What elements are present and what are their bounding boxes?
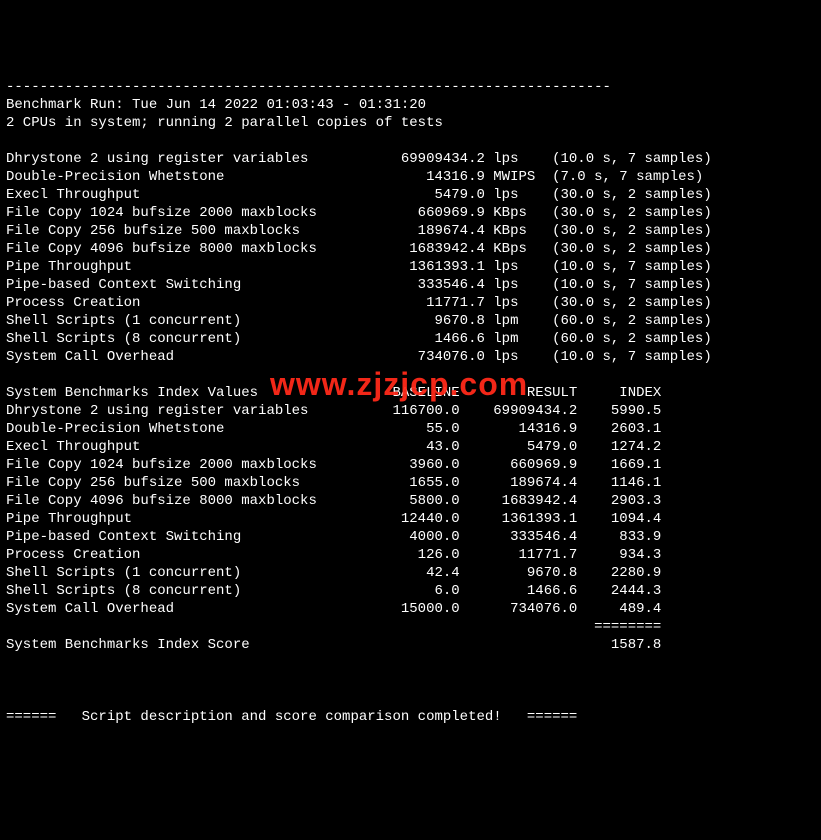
terminal-line: Pipe-based Context Switching 333546.4 lp… xyxy=(6,277,712,293)
terminal-line: File Copy 1024 bufsize 2000 maxblocks 66… xyxy=(6,205,712,221)
terminal-line: Pipe Throughput 12440.0 1361393.1 1094.4 xyxy=(6,511,661,527)
terminal-line: 2 CPUs in system; running 2 parallel cop… xyxy=(6,115,443,131)
terminal-line: Double-Precision Whetstone 55.0 14316.9 … xyxy=(6,421,661,437)
terminal-line: Shell Scripts (1 concurrent) 42.4 9670.8… xyxy=(6,565,661,581)
terminal-line: Shell Scripts (8 concurrent) 6.0 1466.6 … xyxy=(6,583,661,599)
terminal-line: Execl Throughput 5479.0 lps (30.0 s, 2 s… xyxy=(6,187,712,203)
terminal-line: ----------------------------------------… xyxy=(6,79,611,95)
terminal-line: ======== xyxy=(6,619,661,635)
terminal-line: Shell Scripts (1 concurrent) 9670.8 lpm … xyxy=(6,313,712,329)
terminal-line: Execl Throughput 43.0 5479.0 1274.2 xyxy=(6,439,661,455)
terminal-line: File Copy 4096 bufsize 8000 maxblocks 16… xyxy=(6,241,712,257)
terminal-line: System Call Overhead 734076.0 lps (10.0 … xyxy=(6,349,712,365)
terminal-line: System Call Overhead 15000.0 734076.0 48… xyxy=(6,601,661,617)
terminal-line: System Benchmarks Index Score 1587.8 xyxy=(6,637,661,653)
terminal-line: Process Creation 126.0 11771.7 934.3 xyxy=(6,547,661,563)
terminal-line: Pipe Throughput 1361393.1 lps (10.0 s, 7… xyxy=(6,259,712,275)
terminal-line: Benchmark Run: Tue Jun 14 2022 01:03:43 … xyxy=(6,97,426,113)
terminal-line: Process Creation 11771.7 lps (30.0 s, 2 … xyxy=(6,295,712,311)
terminal-line: System Benchmarks Index Values BASELINE … xyxy=(6,385,661,401)
terminal-line: Double-Precision Whetstone 14316.9 MWIPS… xyxy=(6,169,703,185)
terminal-line: Dhrystone 2 using register variables 116… xyxy=(6,403,661,419)
terminal-line: File Copy 1024 bufsize 2000 maxblocks 39… xyxy=(6,457,661,473)
terminal-line: Pipe-based Context Switching 4000.0 3335… xyxy=(6,529,661,545)
terminal-line: File Copy 4096 bufsize 8000 maxblocks 58… xyxy=(6,493,661,509)
terminal-line: File Copy 256 bufsize 500 maxblocks 1655… xyxy=(6,475,661,491)
terminal-line: File Copy 256 bufsize 500 maxblocks 1896… xyxy=(6,223,712,239)
terminal-output: ----------------------------------------… xyxy=(6,78,815,726)
terminal-line: Shell Scripts (8 concurrent) 1466.6 lpm … xyxy=(6,331,712,347)
terminal-line: Dhrystone 2 using register variables 699… xyxy=(6,151,712,167)
